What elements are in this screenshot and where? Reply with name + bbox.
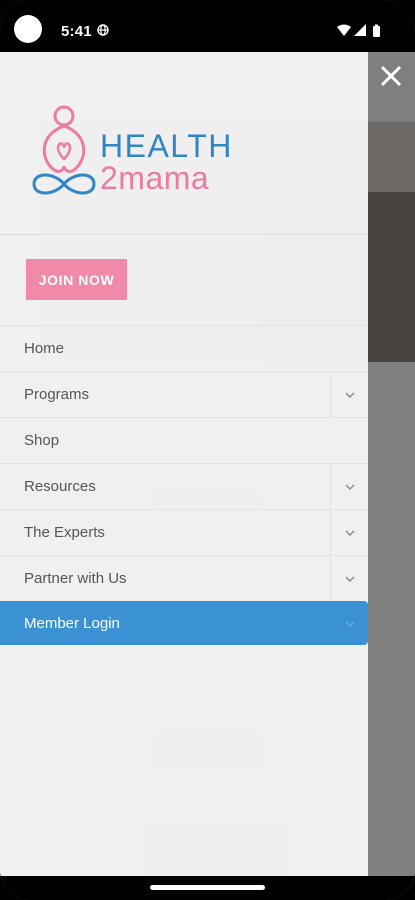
globe-icon (97, 24, 109, 36)
status-bar: 5:41 (0, 0, 415, 52)
home-gesture-handle[interactable] (150, 885, 265, 890)
battery-icon (373, 24, 380, 37)
nav-item-the-experts[interactable]: The Experts (0, 509, 368, 555)
nav-item-home[interactable]: Home (0, 325, 368, 371)
nav-item-label: Shop (24, 432, 60, 449)
camera-cutout (14, 15, 42, 43)
logo-text-2mama: 2mama (100, 160, 210, 196)
nav-item-member-login[interactable]: Member Login (0, 601, 368, 645)
nav-item-label: Partner with Us (24, 570, 127, 587)
nav-menu: Home Programs Shop Resources The Experts (0, 325, 368, 645)
chevron-down-icon[interactable] (331, 602, 368, 645)
nav-item-shop[interactable]: Shop (0, 417, 368, 463)
system-icons (337, 24, 380, 37)
nav-item-partner-with-us[interactable]: Partner with Us (0, 555, 368, 601)
status-time: 5:41 (61, 23, 92, 40)
logo-text-health: HEALTH (100, 128, 233, 164)
nav-item-label: The Experts (24, 524, 105, 541)
mother-heart-logo-icon[interactable] (28, 104, 100, 196)
chevron-down-icon[interactable] (330, 556, 368, 601)
navigation-drawer: HEALTH 2mama JOIN NOW Home Programs Shop… (0, 52, 368, 876)
signal-icon (354, 24, 366, 36)
logo-area: HEALTH 2mama (0, 52, 368, 235)
close-icon[interactable] (375, 60, 407, 92)
nav-item-label: Member Login (24, 615, 120, 632)
chevron-down-icon[interactable] (330, 372, 368, 417)
wifi-icon (337, 24, 351, 36)
join-now-button[interactable]: JOIN NOW (26, 259, 127, 300)
nav-item-resources[interactable]: Resources (0, 463, 368, 509)
nav-item-label: Resources (24, 478, 96, 495)
gesture-nav-bar (0, 876, 415, 900)
nav-item-programs[interactable]: Programs (0, 371, 368, 417)
phone-screen: 5:41 HEALTH 2mama JOIN NOW Home Programs… (0, 0, 415, 900)
nav-item-label: Home (24, 340, 65, 357)
chevron-down-icon[interactable] (330, 510, 368, 555)
chevron-down-icon[interactable] (330, 464, 368, 509)
nav-item-label: Programs (24, 386, 90, 403)
